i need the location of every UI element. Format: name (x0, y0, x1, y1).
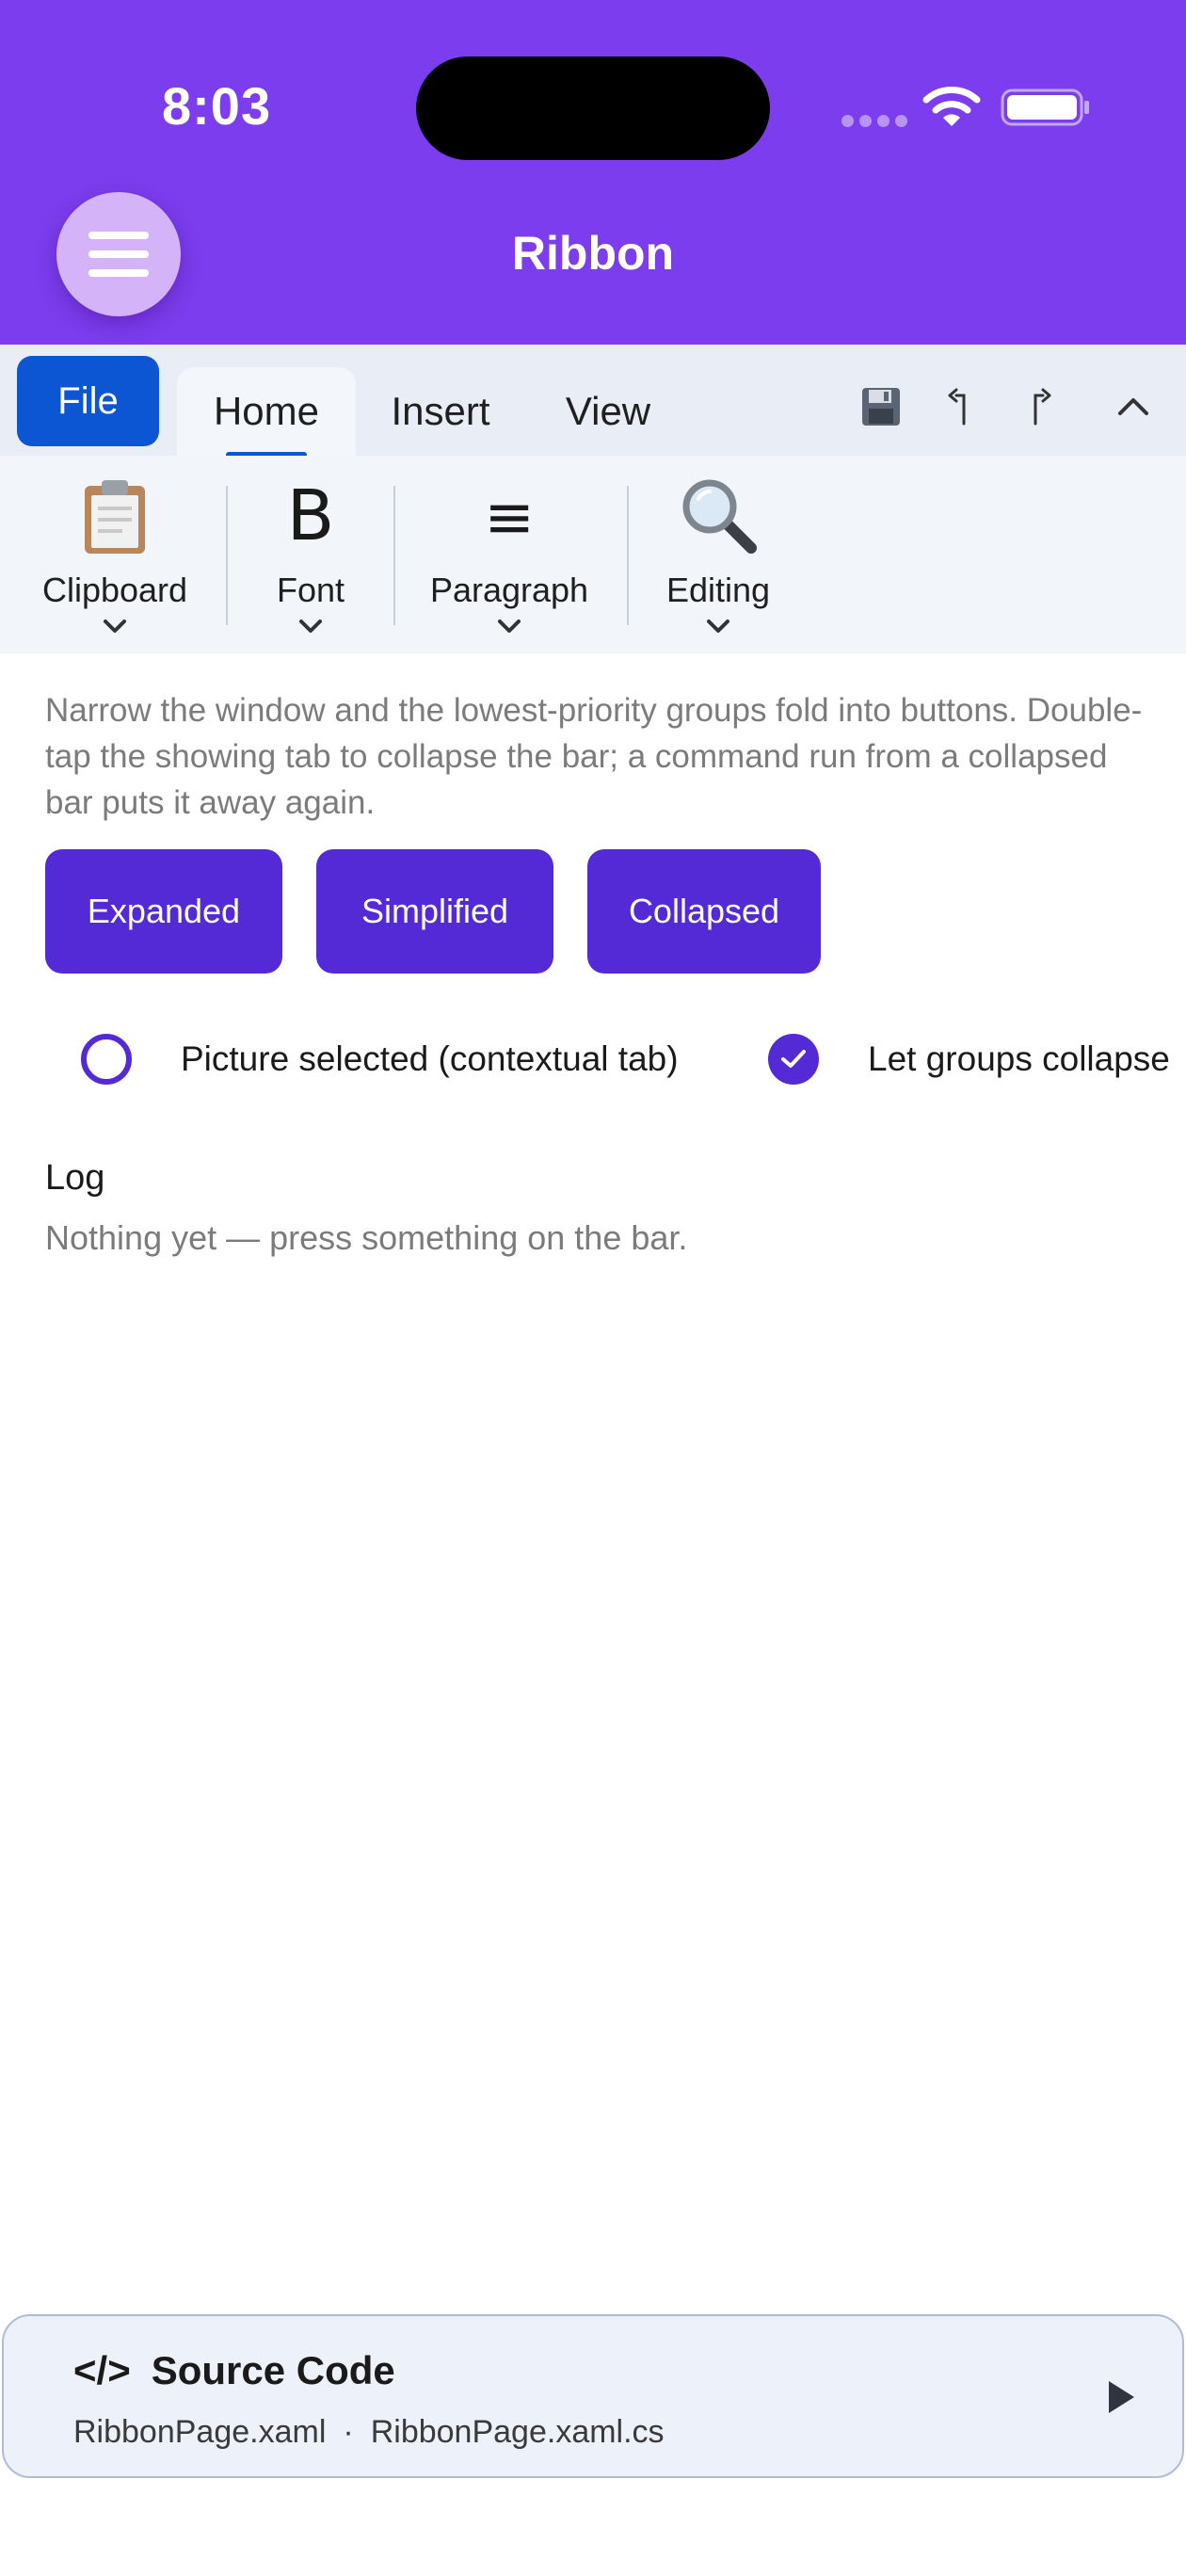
group-paragraph[interactable]: ≡ Paragraph (416, 456, 602, 653)
ribbon-groups: Clipboard B Font ≡ Paragraph Editing (0, 456, 1186, 653)
collapse-ribbon-icon[interactable] (1107, 380, 1160, 433)
checkmark-icon (781, 1050, 806, 1068)
tab-insert[interactable]: Insert (375, 367, 506, 456)
redo-icon[interactable] (1013, 380, 1066, 433)
chevron-down-icon (648, 618, 789, 635)
contextual-tab-option[interactable]: Picture selected (contextual tab) (81, 1026, 679, 1092)
group-font[interactable]: B Font (247, 456, 375, 653)
simplified-button[interactable]: Simplified (316, 849, 553, 974)
app-header: 8:03 Ribbon (0, 0, 1186, 345)
chevron-down-icon (28, 618, 201, 635)
collapse-groups-checkbox[interactable] (768, 1034, 819, 1085)
undo-icon[interactable] (934, 380, 986, 433)
play-icon[interactable] (1105, 2378, 1137, 2416)
cellular-signal-icon (841, 115, 907, 127)
status-time: 8:03 (162, 76, 272, 136)
expanded-button[interactable]: Expanded (45, 849, 282, 974)
ribbon-tab-row: File Home Insert View (0, 345, 1186, 458)
collapse-groups-label: Let groups collapse (868, 1039, 1170, 1078)
page-title: Ribbon (511, 227, 675, 280)
source-file-cs: RibbonPage.xaml.cs (370, 2414, 665, 2450)
save-icon[interactable] (855, 380, 907, 433)
group-font-label: Font (276, 571, 345, 609)
group-paragraph-label: Paragraph (429, 571, 589, 609)
file-button[interactable]: File (17, 356, 159, 446)
group-separator (226, 486, 228, 625)
contextual-tab-radio[interactable] (81, 1034, 132, 1085)
dynamic-island (416, 56, 770, 160)
group-separator (627, 486, 629, 625)
source-code-files: RibbonPage.xaml · RibbonPage.xaml.cs (73, 2414, 665, 2451)
group-separator (393, 486, 395, 625)
source-code-title: </> Source Code (73, 2348, 395, 2393)
collapsed-button[interactable]: Collapsed (587, 849, 821, 974)
group-editing[interactable]: Editing (648, 456, 789, 653)
help-text: Narrow the window and the lowest-priorit… (45, 692, 1143, 821)
tab-home[interactable]: Home (177, 367, 356, 458)
ribbon: File Home Insert View Clipboard B Font ≡… (0, 345, 1186, 653)
contextual-tab-label: Picture selected (contextual tab) (181, 1039, 679, 1078)
wifi-icon (922, 87, 981, 126)
clipboard-icon (28, 478, 201, 557)
battery-icon (1001, 89, 1089, 126)
chevron-down-icon (247, 618, 375, 635)
source-code-panel[interactable]: </> Source Code RibbonPage.xaml · Ribbon… (2, 2314, 1184, 2478)
source-file-xaml: RibbonPage.xaml (73, 2414, 327, 2450)
file-separator: · (343, 2414, 354, 2450)
chevron-down-icon (416, 618, 602, 635)
collapse-groups-option[interactable]: Let groups collapse (768, 1026, 1170, 1092)
log-title: Log (45, 1158, 105, 1198)
log-empty-text: Nothing yet — press something on the bar… (45, 1218, 688, 1257)
group-clipboard-label: Clipboard (41, 571, 188, 609)
bold-icon: B (286, 475, 335, 556)
code-icon: </> (73, 2348, 131, 2392)
tab-view[interactable]: View (550, 367, 666, 456)
align-icon: ≡ (484, 483, 535, 553)
group-editing-label: Editing (665, 571, 771, 609)
group-clipboard[interactable]: Clipboard (28, 456, 201, 653)
source-code-label: Source Code (151, 2348, 395, 2392)
magnifier-icon (648, 475, 789, 555)
